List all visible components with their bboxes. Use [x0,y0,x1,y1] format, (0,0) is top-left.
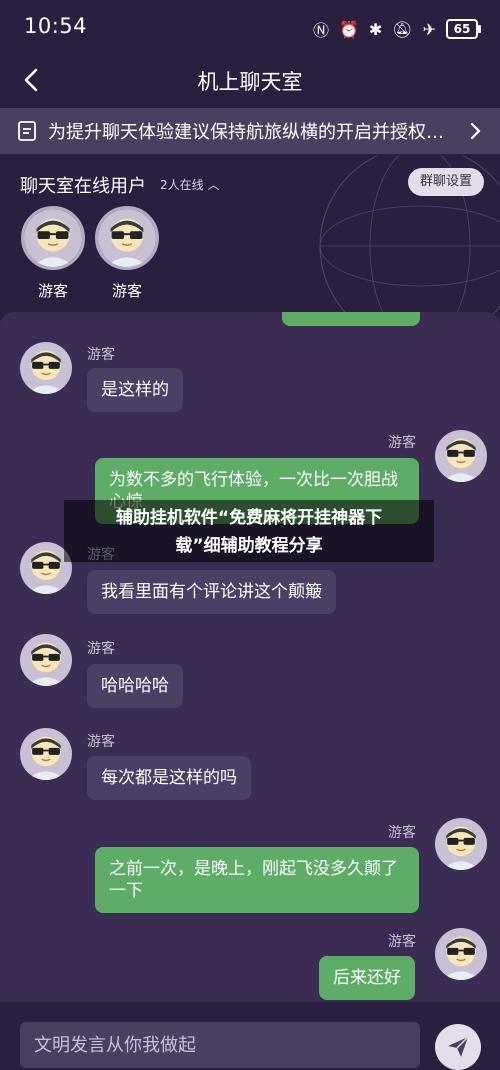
page-title: 机上聊天室 [197,70,303,94]
nfc-icon: Ⓝ [312,21,329,40]
input-bar [0,1002,500,1070]
avatar[interactable] [20,728,72,780]
online-user-name: 游客 [37,282,68,300]
bluetooth-icon: ✱ [368,19,383,39]
overlay-caption-line1: 辅助挂机软件“免费麻将开挂神器下 [115,508,383,528]
status-icons: Ⓝ ⏰ ✱ 🔕︎ ✈ 65 [312,17,481,41]
guest-avatar-icon [24,209,82,267]
guest-avatar-icon [20,634,72,686]
avatar [21,206,85,270]
online-user[interactable]: 游客 [19,206,87,301]
chat-message-list[interactable]: 游客 是这样的 游客 为数不多的飞行体验，一次比一次胆战心惊 游客 我看里面有个… [0,312,500,1002]
online-users-title: 聊天室在线用户 [20,176,146,197]
guest-avatar-icon [98,209,156,267]
message-item [20,634,72,686]
mute-icon: 🔕︎ [392,19,413,39]
message-bubble[interactable]: 是这样的 [87,368,183,412]
guest-avatar-icon [435,430,487,482]
notice-banner[interactable]: 为提升聊天体验建议保持航旅纵横的开启并授权… [0,108,500,154]
status-bar: 10:54 Ⓝ ⏰ ✱ 🔕︎ ✈ 65 [0,0,500,56]
header: 机上聊天室 [0,56,500,106]
status-time: 10:54 [24,14,88,38]
notice-text: 为提升聊天体验建议保持航旅纵横的开启并授权… [48,122,444,143]
previous-message-bubble [282,312,420,326]
message-item [20,728,72,780]
chevron-right-icon [470,122,481,140]
alarm-icon: ⏰ [338,19,359,39]
guest-avatar-icon [20,342,72,394]
online-count[interactable]: 2人在线 ︿ [160,176,219,193]
avatar[interactable] [435,928,487,980]
online-count-label: 2人在线 [160,178,204,192]
avatar[interactable] [20,342,72,394]
avatar[interactable] [20,634,72,686]
message-item [435,928,487,980]
message-bubble[interactable]: 我看里面有个评论讲这个颠簸 [87,570,336,614]
avatar[interactable] [435,818,487,870]
guest-avatar-icon [435,928,487,980]
message-bubble[interactable]: 每次都是这样的吗 [87,756,251,800]
message-item [435,430,487,482]
online-user-name: 游客 [111,282,142,300]
chevron-up-icon: ︿ [207,178,220,192]
overlay-caption-line2: 载”细辅助教程分享 [175,536,323,556]
avatar[interactable] [435,430,487,482]
avatar [95,206,159,270]
overlay-caption: 辅助挂机软件“免费麻将开挂神器下 载”细辅助教程分享 [64,500,434,562]
message-sender: 游客 [388,934,416,950]
battery-icon: 65 [446,19,481,39]
guest-avatar-icon [435,818,487,870]
airplane-icon: ✈ [422,19,436,39]
group-settings-button[interactable]: 群聊设置 [407,168,484,196]
message-sender: 游客 [87,347,115,363]
online-user[interactable]: 游客 [93,206,161,301]
send-button[interactable] [435,1024,481,1070]
message-sender: 游客 [388,435,416,451]
message-bubble[interactable]: 之前一次，是晚上，刚起飞没多久颠了一下 [95,847,419,913]
send-icon [448,1036,469,1057]
online-users-section: 聊天室在线用户 2人在线 ︿ 群聊设置 游客 游客 [0,156,500,316]
guest-avatar-icon [20,728,72,780]
message-bubble[interactable]: 哈哈哈哈 [87,664,183,708]
message-sender: 游客 [87,734,115,750]
message-item [20,342,72,394]
message-item [435,818,487,870]
message-sender: 游客 [87,641,115,657]
document-icon [18,121,36,141]
message-sender: 游客 [388,825,416,841]
chat-input[interactable] [20,1022,420,1068]
message-bubble[interactable]: 后来还好 [319,956,415,1000]
